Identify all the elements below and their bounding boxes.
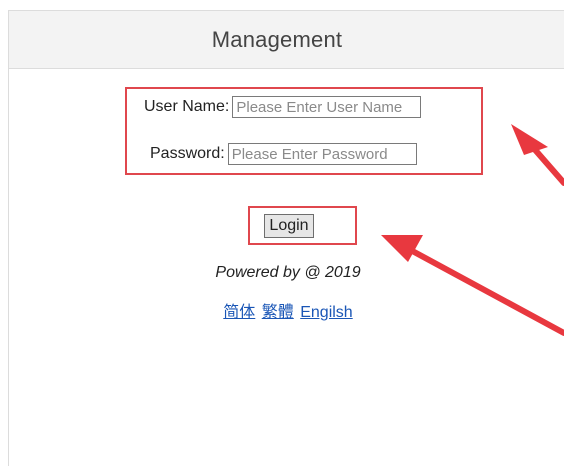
arrow-pointer-icon — [381, 235, 564, 336]
arrow-pointer-icon — [511, 124, 564, 186]
annotation-arrows — [381, 124, 564, 336]
